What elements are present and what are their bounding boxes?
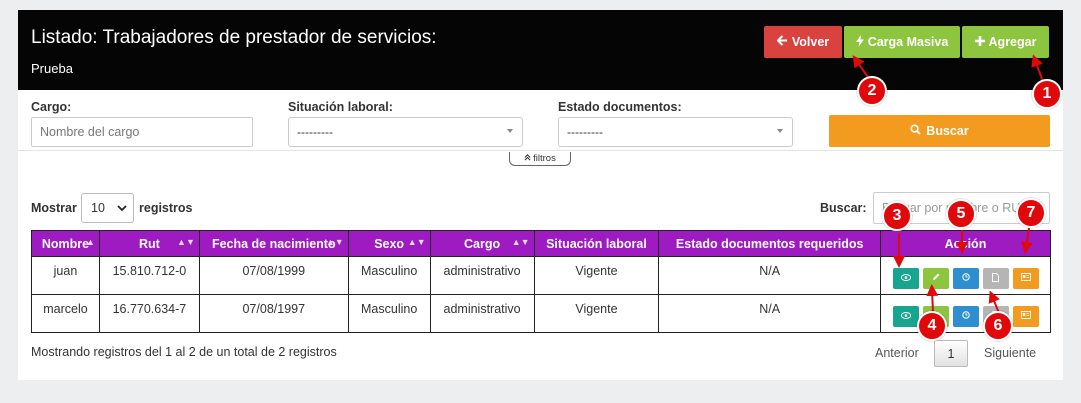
situacion-select-value: ---------: [297, 125, 333, 139]
chevron-down-icon: [117, 203, 127, 216]
history-button[interactable]: [952, 305, 979, 327]
agregar-button[interactable]: Agregar: [962, 26, 1049, 58]
sort-icon: ▲: [86, 237, 95, 247]
column-header-cargo[interactable]: Cargo ▲▼: [429, 230, 535, 257]
cargo-input[interactable]: [31, 117, 253, 147]
column-header-estado: Estado documentos requeridos: [658, 230, 881, 257]
double-chevron-up-icon: [524, 153, 531, 164]
carga-masiva-label: Carga Masiva: [867, 35, 949, 49]
cell-cargo: administrativo: [429, 256, 535, 295]
page-title: Listado: Trabajadores de prestador de se…: [31, 27, 437, 48]
cargo-label: Cargo:: [31, 100, 72, 114]
table-row: marcelo 16.770.634-7 07/08/1997 Masculin…: [31, 294, 1051, 333]
buscar-button[interactable]: Buscar: [829, 115, 1050, 147]
column-header-situacion: Situación laboral: [533, 230, 660, 257]
cell-sexo: Masculino: [347, 294, 431, 333]
search-icon: [910, 124, 922, 138]
cell-estado: N/A: [658, 256, 881, 295]
credential-button[interactable]: [1012, 305, 1039, 327]
estado-label: Estado documentos:: [558, 100, 682, 114]
caret-down-icon: [777, 129, 783, 133]
clock-icon: [961, 311, 970, 321]
estado-select-value: ---------: [567, 125, 603, 139]
id-card-icon: [1020, 273, 1031, 283]
annotation-badge-3: 3: [882, 201, 912, 231]
filtros-toggle[interactable]: filtros: [509, 152, 571, 166]
cell-actions: [880, 256, 1051, 295]
agregar-label: Agregar: [988, 35, 1037, 49]
main-panel: Listado: Trabajadores de prestador de se…: [18, 10, 1063, 380]
volver-button[interactable]: Volver: [764, 26, 842, 58]
edit-button[interactable]: [922, 267, 949, 289]
mostrar-label: Mostrar: [31, 201, 77, 215]
column-header-fecha[interactable]: Fecha de nacimiento ▲▼: [198, 230, 349, 257]
view-button[interactable]: [892, 305, 919, 327]
arrow-left-icon: [776, 35, 788, 49]
cell-nombre: juan: [31, 256, 100, 295]
cell-nombre: marcelo: [31, 294, 100, 333]
page-subtitle: Prueba: [31, 61, 73, 76]
page-length-value: 10: [91, 201, 105, 215]
cell-cargo: administrativo: [429, 294, 535, 333]
cell-rut: 15.810.712-0: [98, 256, 200, 295]
pencil-icon: [932, 273, 940, 283]
cell-sexo: Masculino: [347, 256, 431, 295]
annotation-badge-5: 5: [946, 199, 976, 229]
cell-situacion: Vigente: [533, 294, 660, 333]
workers-table: Nombre ▲ Rut ▲▼ Fecha de nacimiento ▲▼ Sexo…: [31, 230, 1051, 333]
eye-icon: [900, 311, 911, 321]
situacion-select[interactable]: ---------: [288, 117, 523, 147]
pagination-next[interactable]: Siguiente: [984, 346, 1036, 360]
cell-rut: 16.770.634-7: [98, 294, 200, 333]
clock-icon: [961, 273, 970, 283]
column-header-sexo[interactable]: Sexo ▲▼: [347, 230, 431, 257]
annotation-badge-2: 2: [857, 76, 887, 106]
filtros-label: filtros: [533, 153, 556, 164]
eye-icon: [900, 273, 911, 283]
column-header-accion: Acción: [880, 230, 1051, 257]
page-header: Listado: Trabajadores de prestador de se…: [18, 10, 1063, 90]
column-header-nombre[interactable]: Nombre ▲: [31, 230, 100, 257]
caret-down-icon: [507, 129, 513, 133]
column-header-rut[interactable]: Rut ▲▼: [98, 230, 200, 257]
bolt-icon: [855, 34, 864, 50]
table-info: Mostrando registros del 1 al 2 de un tot…: [31, 345, 337, 359]
situacion-label: Situación laboral:: [288, 100, 393, 114]
divider: [18, 150, 1063, 151]
cell-estado: N/A: [658, 294, 881, 333]
pagination-previous[interactable]: Anterior: [875, 346, 919, 360]
cell-fecha: 07/08/1999: [198, 256, 349, 295]
annotation-badge-6: 6: [983, 311, 1013, 341]
page-length-select[interactable]: 10: [81, 193, 134, 223]
history-button[interactable]: [952, 267, 979, 289]
credential-button[interactable]: [1012, 267, 1039, 289]
volver-label: Volver: [791, 35, 830, 49]
sort-icon: ▲▼: [407, 237, 426, 247]
document-icon: [992, 272, 999, 284]
registros-label: registros: [139, 201, 193, 215]
cell-situacion: Vigente: [533, 256, 660, 295]
sort-icon: ▲▼: [511, 237, 530, 247]
sort-icon: ▲▼: [325, 237, 344, 247]
table-row: juan 15.810.712-0 07/08/1999 Masculino a…: [31, 256, 1051, 295]
documents-button[interactable]: [982, 267, 1009, 289]
view-button[interactable]: [892, 267, 919, 289]
buscar-label: Buscar: [926, 124, 969, 138]
annotation-badge-7: 7: [1016, 198, 1046, 228]
cell-fecha: 07/08/1997: [198, 294, 349, 333]
search-label: Buscar:: [820, 201, 867, 215]
carga-masiva-button[interactable]: Carga Masiva: [844, 26, 960, 58]
table-header-row: Nombre ▲ Rut ▲▼ Fecha de nacimiento ▲▼ Sexo…: [31, 230, 1051, 257]
pagination-page[interactable]: 1: [934, 340, 968, 367]
id-card-icon: [1020, 311, 1031, 321]
annotation-badge-1: 1: [1032, 79, 1062, 109]
annotation-badge-4: 4: [917, 311, 947, 341]
sort-icon: ▲▼: [177, 237, 195, 247]
estado-select[interactable]: ---------: [558, 117, 793, 147]
plus-icon: [974, 35, 985, 49]
cell-actions: [880, 294, 1051, 333]
